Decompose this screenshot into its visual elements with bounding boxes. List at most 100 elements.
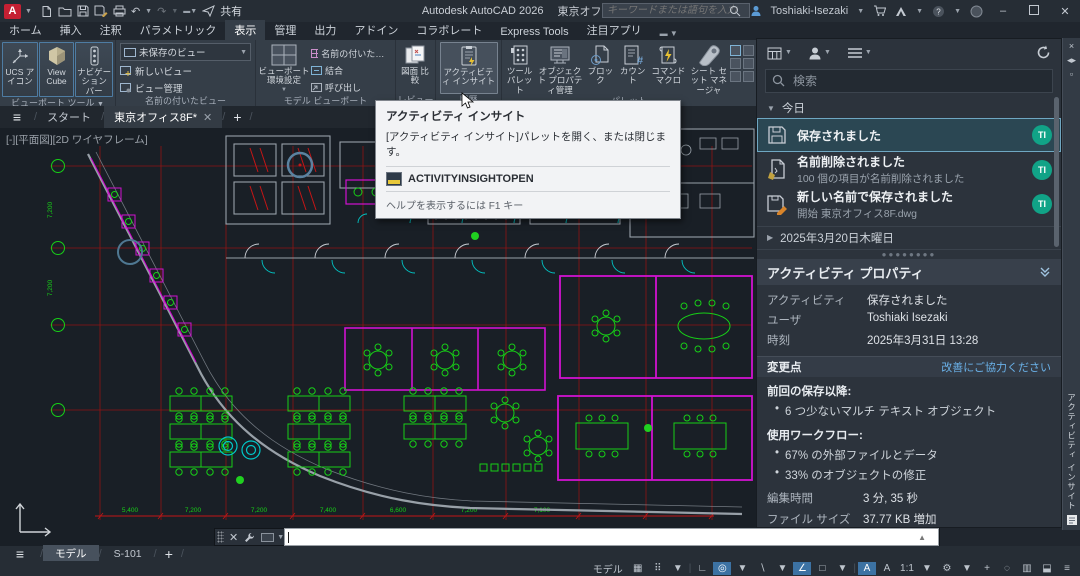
iso-arrow-icon[interactable]: ▼ [773, 562, 791, 575]
grid-display-icon[interactable]: ▦ [629, 562, 647, 575]
activity-item-saved-as[interactable]: 新しい名前で保存されました 開始 東京オフィス8F.dwg TI [757, 187, 1061, 222]
collapse-section-icon[interactable] [1039, 266, 1051, 278]
new-layout-button[interactable]: + [157, 546, 181, 562]
clean-screen-icon[interactable]: ⬓ [1038, 562, 1056, 575]
help-icon[interactable]: ? [932, 5, 945, 18]
current-view-dropdown[interactable]: 未保存のビュー ▼ [120, 43, 251, 61]
autodesk-arrow-icon[interactable]: ▼ [916, 8, 923, 15]
redo-button[interactable]: ↷ [157, 5, 166, 18]
ctb-editor-icon[interactable] [743, 45, 754, 56]
graphics-performance-icon[interactable]: ▥ [1018, 562, 1036, 575]
account-icon[interactable] [970, 5, 983, 18]
sheet-set-manager-button[interactable]: シート セット マネージャ [689, 42, 729, 95]
command-input[interactable]: ▲ [284, 528, 939, 546]
scale-arrow-icon[interactable]: ▼ [918, 562, 936, 575]
view-cube-button[interactable]: View Cube [39, 42, 75, 97]
section-older-date[interactable]: ▶ 2025年3月20日木曜日 [757, 226, 1061, 250]
tool-palettes-button[interactable]: ツール パレット [504, 42, 535, 95]
plot-button[interactable] [113, 5, 126, 17]
minimize-button[interactable]: – [992, 5, 1014, 17]
viewport-controls-label[interactable]: [-][平面図][2D ワイヤフレーム] [6, 132, 148, 147]
qat-customize-icon[interactable]: ▬▼ [183, 8, 197, 15]
autocad-logo-icon[interactable]: A [4, 4, 21, 19]
share-icon[interactable] [202, 5, 215, 17]
tab-output[interactable]: 出力 [305, 20, 345, 40]
layer-palette-icon[interactable] [743, 71, 754, 82]
new-drawing-button[interactable]: + [225, 109, 249, 125]
ribbon-display-toggle-icon[interactable]: ▬ ▼ [651, 27, 687, 40]
tab-parametric[interactable]: パラメトリック [131, 20, 226, 40]
tab-current-drawing[interactable]: 東京オフィス8F* ✕ [104, 106, 222, 128]
isometric-drafting-icon[interactable]: ∖ [753, 562, 771, 575]
save-as-button[interactable] [94, 5, 108, 17]
feedback-link[interactable]: 改善にご協力ください [941, 359, 1051, 375]
user-icon[interactable] [750, 5, 762, 17]
navigation-bar-button[interactable]: ナビゲーション バー [75, 42, 113, 97]
autoscale-icon[interactable]: A [878, 562, 896, 575]
palette-autohide-icon[interactable]: ◂▸ [1067, 55, 1076, 69]
close-button[interactable]: ✕ [1054, 5, 1076, 18]
markup-import-icon[interactable] [730, 58, 741, 69]
status-menu-icon[interactable]: ≡ [1058, 562, 1076, 575]
snap-mode-icon[interactable]: ⠿ [649, 562, 667, 575]
palette-search-box[interactable] [765, 69, 1053, 93]
open-file-button[interactable] [58, 5, 72, 17]
tab-model-space[interactable]: モデル [43, 545, 99, 562]
search-icon[interactable] [729, 5, 741, 17]
help-arrow-icon[interactable]: ▼ [954, 8, 961, 15]
snap-arrow-icon[interactable]: ▼ [669, 562, 687, 575]
tab-manage[interactable]: 管理 [265, 20, 305, 40]
tab-start[interactable]: スタート [37, 106, 101, 128]
layout-menu-icon[interactable]: ≡ [0, 546, 40, 562]
refresh-button[interactable] [1036, 45, 1051, 60]
count-button[interactable]: # カウント [617, 42, 648, 95]
activity-properties-header[interactable]: アクティビティ プロパティ [757, 259, 1061, 285]
ucs-icon-button[interactable]: UCS アイコン [2, 42, 38, 97]
view-manager-button[interactable]: ビュー管理 [120, 80, 251, 95]
polar-tracking-icon[interactable]: ◎ [713, 562, 731, 575]
avatar[interactable]: TI [1032, 125, 1052, 145]
autodesk-icon[interactable] [895, 6, 907, 17]
user-name[interactable]: Toshiaki-Isezaki [771, 5, 849, 17]
restore-button[interactable] [1023, 5, 1045, 18]
avatar[interactable]: TI [1032, 160, 1052, 180]
properties-button[interactable]: オブジェクト プロパティ管理 [536, 42, 584, 95]
tab-insert[interactable]: 挿入 [51, 20, 91, 40]
tab-view[interactable]: 表示 [225, 20, 265, 40]
user-menu-arrow-icon[interactable]: ▼ [857, 8, 864, 15]
cart-icon[interactable] [873, 5, 886, 17]
command-line-drag-handle[interactable] [217, 531, 224, 543]
command-line[interactable]: ✕ ▼ ▲ [214, 528, 940, 546]
splitter-handle[interactable]: ●●●●●●●● [757, 250, 1061, 260]
close-drawing-icon[interactable]: ✕ [203, 111, 212, 124]
osnap-tracking-icon[interactable]: ∠ [793, 562, 811, 575]
workspace-switching-icon[interactable]: ⚙ [938, 562, 956, 575]
status-model-label[interactable]: モデル [589, 561, 627, 576]
user-filter-button[interactable]: ▼ [808, 46, 831, 60]
annotation-visibility-icon[interactable]: A [858, 562, 876, 575]
workspace-arrow-icon[interactable]: ▼ [958, 562, 976, 575]
command-recent-arrow-icon[interactable]: ▼ [277, 534, 284, 541]
named-viewports-button[interactable]: 名前の付いたビューポート [311, 46, 393, 61]
isolate-objects-icon[interactable]: ◌ [998, 562, 1016, 575]
designcenter-icon[interactable] [730, 45, 741, 56]
restore-viewports-button[interactable]: 呼び出し [311, 80, 393, 95]
tab-layout-s101[interactable]: S-101 [102, 547, 154, 561]
drawing-compare-button[interactable]: 図面 比較 [398, 42, 432, 94]
ortho-mode-icon[interactable]: ∟ [693, 562, 711, 575]
reference-palette-icon[interactable] [730, 71, 741, 82]
command-history-arrow-icon[interactable]: ▲ [918, 533, 926, 542]
annotation-scale-value[interactable]: 1:1 [898, 562, 916, 575]
osnap-arrow-icon[interactable]: ▼ [833, 562, 851, 575]
scrollbar[interactable] [1054, 97, 1059, 247]
palette-properties-icon[interactable]: ▫ [1070, 69, 1073, 83]
viewport-config-button[interactable]: ビューポート 環境設定 ▼ [258, 42, 310, 95]
tab-collaborate[interactable]: コラボレート [407, 20, 491, 40]
palette-search-input[interactable] [791, 73, 1046, 89]
activity-item-purged[interactable]: 名前削除されました 100 個の項目が名前削除されました TI [757, 152, 1061, 187]
palette-close-icon[interactable]: × [1069, 41, 1074, 55]
tab-express-tools[interactable]: Express Tools [491, 24, 577, 40]
tab-annotate[interactable]: 注釈 [91, 20, 131, 40]
new-file-button[interactable] [40, 5, 53, 18]
undo-button[interactable]: ↶ [131, 5, 140, 18]
